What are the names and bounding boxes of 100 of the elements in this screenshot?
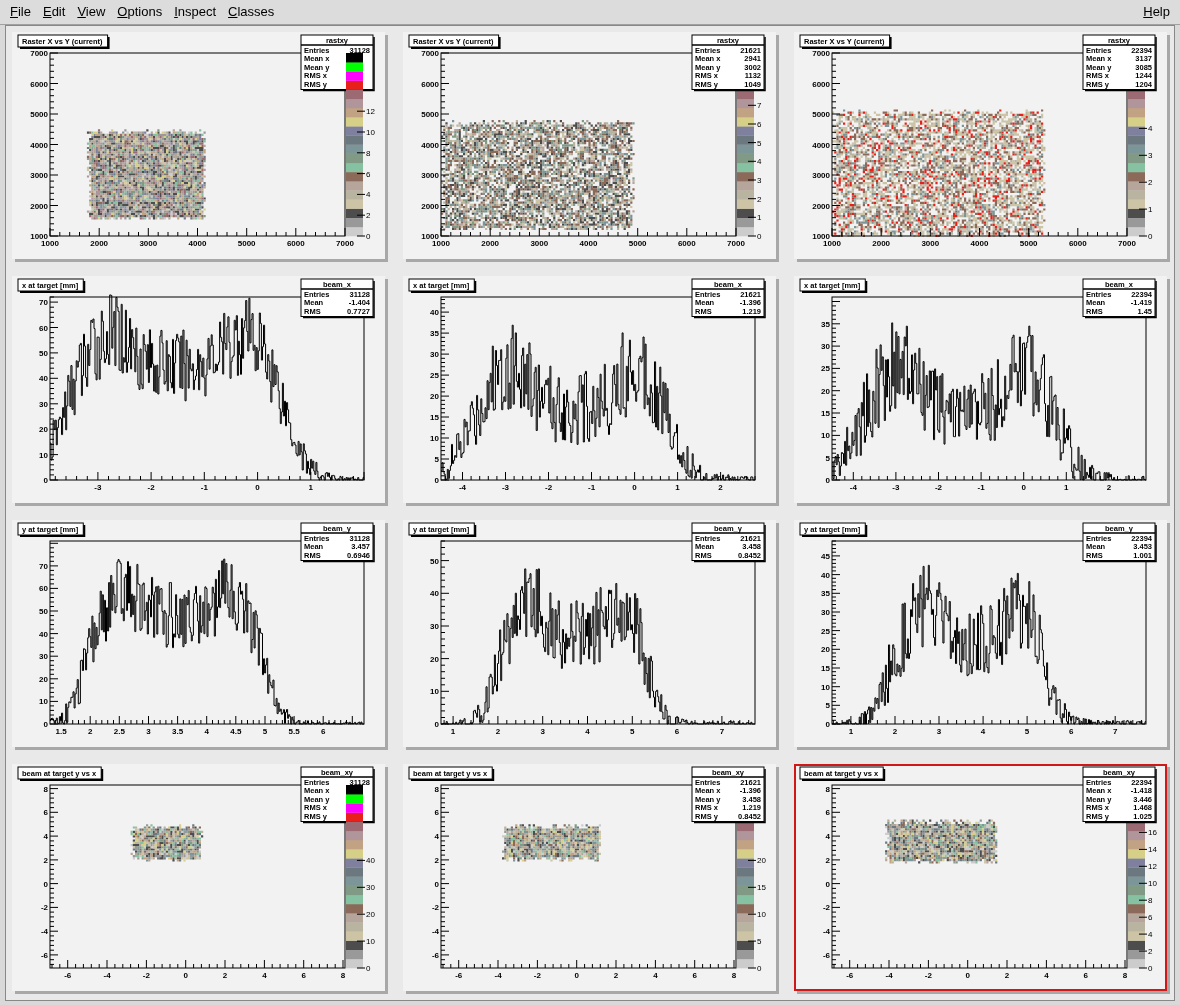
axis-label: 5000 — [30, 110, 48, 119]
axis-label: 7000 — [727, 239, 745, 248]
axis-label: 3 — [936, 727, 942, 736]
axis-label: 6000 — [30, 79, 48, 89]
axis-label: -4 — [849, 483, 857, 492]
axis-label: 35 — [430, 329, 439, 339]
palette-label: 20 — [366, 910, 375, 920]
axis-label: 35 — [821, 589, 830, 599]
palette-label: 5 — [757, 937, 762, 947]
axis-label: 4000 — [579, 239, 598, 248]
palette-label: 1 — [1148, 205, 1153, 215]
menu-item[interactable]: Inspect — [168, 0, 223, 24]
axis-label: 5000 — [812, 110, 830, 119]
axis-label: 20 — [39, 425, 48, 435]
palette-label: 40 — [366, 856, 375, 866]
axis-label: 15 — [821, 409, 830, 419]
axis-label: 3 — [540, 727, 545, 736]
axis-label: 1.5 — [55, 727, 67, 736]
axis-label: 4 — [43, 832, 48, 842]
axis-label: 5 — [825, 701, 830, 711]
axis-label: 4 — [825, 832, 830, 842]
axis-label: 4 — [653, 971, 658, 980]
axis-label: 25 — [430, 371, 439, 381]
axis-label: 5000 — [628, 239, 647, 248]
axis-label: -2 — [147, 483, 155, 492]
axis-label: 2 — [43, 855, 48, 865]
palette-label: 6 — [757, 119, 762, 129]
palette-label: 0 — [366, 232, 371, 241]
axis-label: 8 — [825, 784, 830, 794]
axis-label: -2 — [40, 903, 48, 913]
palette-label: 0 — [757, 232, 762, 241]
axis-label: 0 — [434, 879, 439, 889]
axis-label: 1 — [675, 483, 680, 492]
axis-label: 45 — [821, 551, 830, 561]
axis-label: 6 — [1083, 971, 1088, 980]
axis-label: 0 — [632, 483, 637, 492]
axis-label: 0 — [183, 971, 188, 980]
axis-label: 3000 — [530, 239, 549, 248]
axis-label: 1 — [308, 483, 313, 492]
palette-label: 14 — [1148, 845, 1157, 855]
axis-label: 15 — [821, 664, 830, 673]
palette-label: 4 — [366, 190, 371, 200]
axis-label: 4000 — [970, 239, 989, 248]
axis-label: -6 — [822, 950, 830, 960]
axis-label: 30 — [821, 607, 830, 617]
axis-label: 3 — [146, 727, 151, 736]
palette-label: 4 — [757, 157, 762, 167]
axis-label: 40 — [39, 374, 48, 384]
axis-label: 10 — [39, 450, 48, 460]
axis-label: 6 — [321, 727, 326, 736]
axis-label: 4 — [1044, 971, 1049, 980]
axis-label: 3.5 — [172, 727, 184, 736]
axis-label: -6 — [40, 950, 48, 960]
axis-label: 4 — [204, 727, 209, 736]
palette-label: 2 — [757, 194, 762, 204]
palette-label: 4 — [1148, 930, 1153, 940]
menu-item[interactable]: File — [4, 0, 37, 24]
axis-label: 60 — [39, 323, 48, 333]
axis-label: 2000 — [872, 239, 891, 248]
axis-label: 0 — [825, 720, 830, 729]
axis-label: -1 — [977, 483, 985, 492]
menu-item[interactable]: View — [71, 0, 112, 24]
axis-label: -2 — [544, 483, 553, 492]
axis-label: -3 — [892, 483, 900, 492]
axis-label: 6000 — [677, 239, 696, 248]
palette-label: 16 — [1148, 828, 1157, 838]
axis-label: 8 — [43, 784, 48, 794]
axis-label: 10 — [821, 431, 830, 441]
axis-label: 3000 — [812, 171, 830, 180]
axis-label: 6 — [692, 971, 697, 980]
axis-label: 4000 — [30, 140, 48, 150]
axis-label: -4 — [458, 483, 467, 492]
axis-label: 1000 — [30, 232, 48, 241]
palette-label: 2 — [1148, 178, 1153, 188]
axis-label: 6000 — [812, 79, 830, 89]
axis-label: -2 — [533, 971, 541, 980]
axis-label: 6 — [43, 808, 48, 818]
palette-label: 0 — [757, 964, 762, 973]
axis-label: 2 — [825, 855, 830, 865]
axis-label: 10 — [430, 434, 439, 444]
axis-label: 4000 — [812, 140, 830, 150]
axis-label: -2 — [924, 971, 932, 980]
menu-item[interactable]: Edit — [36, 0, 72, 24]
axis-label: -2 — [142, 971, 150, 980]
axis-label: 1 — [848, 727, 854, 736]
menu-item[interactable]: Classes — [222, 0, 281, 24]
palette-label: 1 — [757, 213, 762, 223]
axis-label: 7000 — [336, 239, 354, 248]
axis-label: 2000 — [481, 239, 500, 248]
axis-label: 5 — [434, 455, 439, 464]
menu-item[interactable]: Options — [111, 0, 169, 24]
axis-label: -6 — [64, 971, 72, 980]
axis-label: 0 — [255, 483, 260, 492]
axis-label: 70 — [39, 298, 48, 308]
axis-label: -4 — [431, 927, 439, 937]
axis-label: 1000 — [432, 239, 450, 248]
axis-label: 0 — [434, 476, 439, 485]
axis-label: 4 — [980, 727, 986, 736]
menu-item[interactable]: Help — [1137, 0, 1176, 24]
axis-label: 4 — [585, 727, 590, 736]
